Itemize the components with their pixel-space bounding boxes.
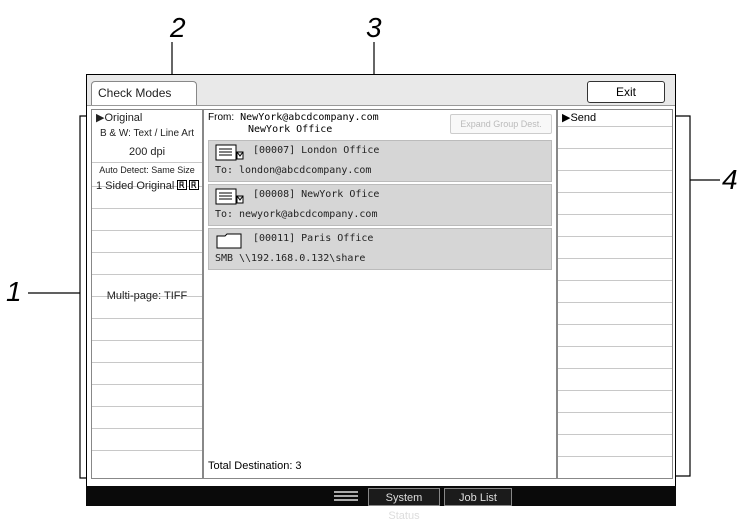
- destination-name: [00011] Paris Office: [253, 233, 374, 244]
- system-status-button[interactable]: System Status: [368, 488, 440, 522]
- destination-item[interactable]: [00011] Paris Office SMB \\192.168.0.132…: [208, 228, 552, 270]
- destination-prefix: To:: [215, 165, 234, 176]
- email-icon: [215, 188, 244, 205]
- expand-group-dest-button[interactable]: Expand Group Dest.: [450, 114, 552, 134]
- destination-address: \\192.168.0.132\share: [239, 253, 366, 264]
- title-bar: Check Modes Exit: [87, 75, 675, 106]
- folder-icon: [216, 233, 242, 249]
- destination-address-row: To: newyork@abcdcompany.com: [215, 209, 377, 220]
- original-header: ▶Original: [92, 110, 206, 126]
- destination-prefix: To:: [215, 209, 234, 220]
- resolution-value: 200 dpi: [128, 146, 166, 158]
- original-sides-row: 1 Sided Original: [92, 178, 206, 194]
- destination-prefix: SMB: [215, 253, 234, 264]
- destination-panel: From: NewYork@abcdcompany.com NewYork Of…: [203, 109, 557, 479]
- destination-name: [00007] London Office: [253, 145, 380, 156]
- destination-item[interactable]: [00007] London Office To: london@abcdcom…: [208, 140, 552, 182]
- original-orientation-icon: [177, 180, 200, 190]
- destination-address-row: To: london@abcdcompany.com: [215, 165, 371, 176]
- color-mode-value: B & W: Text / Line Art: [99, 128, 195, 139]
- send-header: ▶Send: [562, 111, 596, 124]
- destination-item[interactable]: [00008] NewYork Ofice To: newyork@abcdco…: [208, 184, 552, 226]
- total-destination: Total Destination: 3: [208, 460, 302, 472]
- send-header-label: Send: [570, 112, 597, 124]
- original-header-label: Original: [104, 112, 143, 124]
- settings-panel: ▶Original B & W: Text / Line Art 200 dpi…: [91, 109, 203, 479]
- destination-address: london@abcdcompany.com: [239, 165, 372, 176]
- sender-info: From: NewYork@abcdcompany.com: [208, 112, 379, 123]
- job-list-button[interactable]: Job List: [444, 488, 512, 506]
- sender-name: NewYork Office: [248, 124, 333, 135]
- signal-icon: [334, 491, 358, 501]
- destination-address-row: SMB \\192.168.0.132\share: [215, 253, 365, 264]
- destination-name: [00008] NewYork Ofice: [253, 189, 380, 200]
- status-bar: System Status Job List: [86, 486, 676, 522]
- from-label: From:: [208, 112, 235, 123]
- scan-size-value: Auto Detect: Same Size: [99, 165, 195, 175]
- send-settings-panel: ▶Send: [557, 109, 673, 479]
- window-title: Check Modes: [91, 81, 197, 105]
- exit-button[interactable]: Exit: [587, 81, 665, 103]
- original-sides-value: 1 Sided Original: [96, 180, 175, 192]
- destination-address: newyork@abcdcompany.com: [239, 209, 378, 220]
- file-type-value: Multi-page: TIFF: [106, 290, 188, 302]
- sender-email: NewYork@abcdcompany.com: [240, 112, 379, 123]
- check-modes-screen: Check Modes Exit ▶Original B & W: Text /…: [86, 74, 676, 488]
- email-icon: [215, 144, 244, 161]
